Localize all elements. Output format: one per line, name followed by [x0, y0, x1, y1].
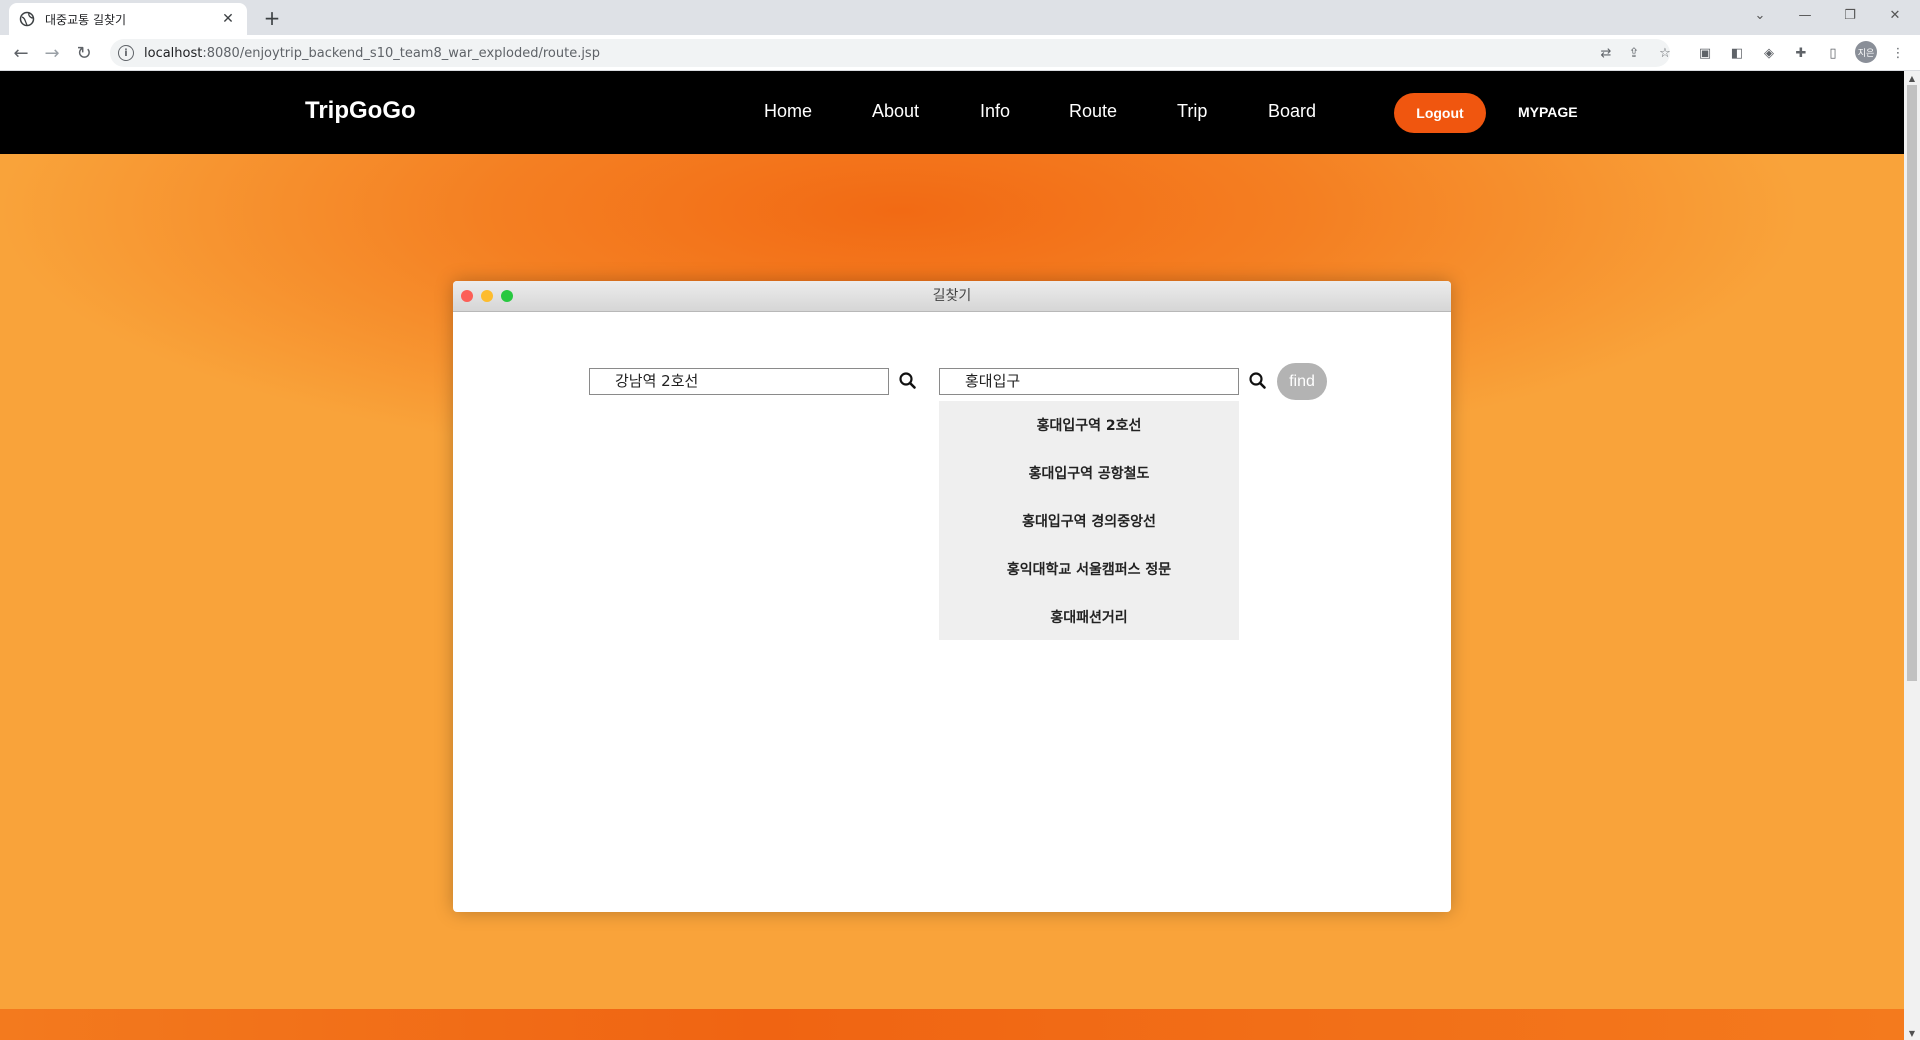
scroll-down-icon[interactable]: ▼ [1904, 1026, 1920, 1040]
side-panel-icon[interactable]: ▯ [1824, 44, 1842, 62]
share-icon[interactable]: ⇪ [1625, 44, 1643, 62]
nav-link-about[interactable]: About [872, 101, 919, 122]
close-window-icon[interactable]: ✕ [1875, 0, 1915, 30]
browser-toolbar: ← → ↻ i localhost:8080/enjoytrip_backend… [0, 35, 1920, 71]
scroll-up-icon[interactable]: ▲ [1904, 71, 1920, 85]
browser-tab[interactable]: 대중교통 길찾기 ✕ [9, 3, 247, 35]
nav-link-home[interactable]: Home [764, 101, 812, 122]
suggestion-item[interactable]: 홍대입구역 2호선 [939, 415, 1239, 435]
tab-close-icon[interactable]: ✕ [219, 11, 237, 27]
extension-icon[interactable]: ▣ [1696, 44, 1714, 62]
new-tab-button[interactable]: + [258, 4, 286, 32]
start-station-input[interactable]: 강남역 2호선 [589, 368, 889, 395]
footer-band [0, 1009, 1904, 1040]
site-navbar: TripGoGo Home About Info Route Trip Boar… [0, 71, 1904, 154]
nav-link-board[interactable]: Board [1268, 101, 1316, 122]
reload-icon[interactable]: ↻ [70, 39, 98, 67]
extension-icon[interactable]: ◧ [1728, 44, 1746, 62]
page-scrollbar[interactable]: ▲ ▼ [1904, 71, 1920, 1040]
scroll-thumb[interactable] [1907, 85, 1917, 681]
window-titlebar: 길찾기 [453, 281, 1451, 312]
back-icon[interactable]: ← [7, 39, 35, 67]
address-bar[interactable]: i localhost:8080/enjoytrip_backend_s10_t… [110, 39, 1670, 67]
suggestion-dropdown: 홍대입구역 2호선 홍대입구역 공항철도 홍대입구역 경의중앙선 홍익대학교 서… [939, 401, 1239, 640]
bookmark-star-icon[interactable]: ☆ [1656, 44, 1674, 62]
browser-tabbar: 대중교통 길찾기 ✕ + ⌄ — ❐ ✕ [0, 0, 1920, 35]
url-path: :8080/enjoytrip_backend_s10_team8_war_ex… [202, 45, 600, 61]
mypage-link[interactable]: MYPAGE [1518, 104, 1578, 120]
tab-search-icon[interactable]: ⌄ [1740, 0, 1780, 30]
site-info-icon[interactable]: i [118, 45, 134, 61]
nav-link-info[interactable]: Info [980, 101, 1010, 122]
suggestion-item[interactable]: 홍대입구역 공항철도 [939, 463, 1239, 483]
minimize-icon[interactable]: — [1785, 0, 1825, 30]
nav-link-trip[interactable]: Trip [1177, 101, 1207, 122]
forward-icon[interactable]: → [38, 39, 66, 67]
find-button[interactable]: find [1277, 363, 1327, 400]
suggestion-item[interactable]: 홍익대학교 서울캠퍼스 정문 [939, 559, 1239, 579]
tab-title: 대중교통 길찾기 [45, 12, 127, 27]
suggestion-item[interactable]: 홍대패션거리 [939, 607, 1239, 627]
suggestion-item[interactable]: 홍대입구역 경의중앙선 [939, 511, 1239, 531]
nav-link-route[interactable]: Route [1069, 101, 1117, 122]
window-title: 길찾기 [932, 288, 972, 304]
globe-icon [19, 11, 35, 27]
menu-kebab-icon[interactable]: ⋮ [1889, 44, 1907, 62]
url-host: localhost [144, 45, 203, 61]
search-icon[interactable] [1247, 370, 1269, 392]
end-station-input[interactable]: 홍대입구 [939, 368, 1239, 395]
route-finder-window: 길찾기 강남역 2호선 홍대입구 find 홍대입구역 2호선 홍대입구역 공항… [453, 281, 1451, 912]
page-content: TripGoGo Home About Info Route Trip Boar… [0, 71, 1904, 1040]
translate-icon[interactable]: ⇄ [1597, 44, 1615, 62]
puzzle-icon[interactable]: ✚ [1792, 44, 1810, 62]
restore-icon[interactable]: ❐ [1830, 0, 1870, 30]
brand-logo[interactable]: TripGoGo [305, 97, 416, 125]
url-text: localhost:8080/enjoytrip_backend_s10_tea… [144, 46, 600, 61]
extension-icon[interactable]: ◈ [1760, 44, 1778, 62]
logout-button[interactable]: Logout [1394, 93, 1486, 133]
search-icon[interactable] [897, 370, 919, 392]
profile-avatar[interactable]: 지은 [1855, 41, 1877, 63]
